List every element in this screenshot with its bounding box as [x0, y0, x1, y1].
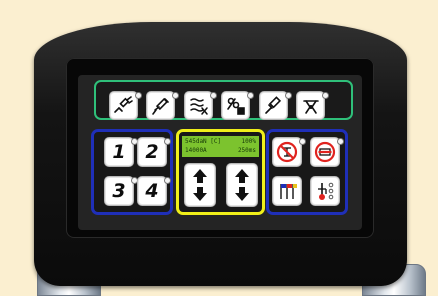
pneumatic-wrench-led [135, 92, 142, 99]
up-down-arrows-icon [192, 167, 208, 203]
lcd-current-value: 14000A [185, 147, 207, 154]
caliper-icon [300, 95, 322, 117]
hammer-tool-button[interactable] [259, 91, 288, 120]
caliper-button[interactable] [296, 91, 325, 120]
adjust-arrows-led [210, 92, 217, 99]
left-up-down-button[interactable] [184, 163, 216, 207]
key-4-label: 4 [145, 179, 159, 202]
lcd-time-value: 250ms [237, 147, 256, 154]
flags-button[interactable] [272, 176, 302, 206]
key-2-label: 2 [145, 140, 159, 163]
lcd-display: 545daN [C] 100% 14000A 250ms [182, 136, 259, 157]
blocking-tool-icon [225, 95, 247, 117]
no-welding-button[interactable] [310, 137, 340, 167]
temperature-icon [314, 180, 336, 202]
lever-tool-icon [150, 95, 172, 117]
blocking-tool-button[interactable] [221, 91, 250, 120]
lever-tool-led [172, 92, 179, 99]
key-3-button[interactable]: 3 [104, 176, 134, 206]
pneumatic-wrench-button[interactable] [109, 91, 138, 120]
lever-tool-button[interactable] [146, 91, 175, 120]
key-4-button[interactable]: 4 [137, 176, 167, 206]
key-4-led [164, 177, 171, 184]
right-up-down-button[interactable] [226, 163, 258, 207]
no-gun-button[interactable] [272, 137, 302, 167]
caliper-led [322, 92, 329, 99]
hammer-tool-led [285, 92, 292, 99]
no-gun-led [299, 138, 306, 145]
no-gun-icon [276, 141, 298, 163]
key-1-label: 1 [112, 140, 126, 163]
pneumatic-wrench-icon [113, 95, 135, 117]
up-down-arrows-icon [234, 167, 250, 203]
adjust-arrows-icon [188, 95, 210, 117]
key-2-led [164, 138, 171, 145]
key-1-button[interactable]: 1 [104, 137, 134, 167]
lcd-force-value: 545daN [C] [185, 138, 222, 145]
flags-icon [276, 180, 298, 202]
key-2-button[interactable]: 2 [137, 137, 167, 167]
lcd-percent-value: 100% [241, 138, 256, 145]
no-welding-led [337, 138, 344, 145]
temperature-button[interactable] [310, 176, 340, 206]
hammer-tool-icon [263, 95, 285, 117]
no-welding-icon [314, 141, 336, 163]
key-3-label: 3 [112, 179, 126, 202]
blocking-tool-led [247, 92, 254, 99]
adjust-arrows-button[interactable] [184, 91, 213, 120]
